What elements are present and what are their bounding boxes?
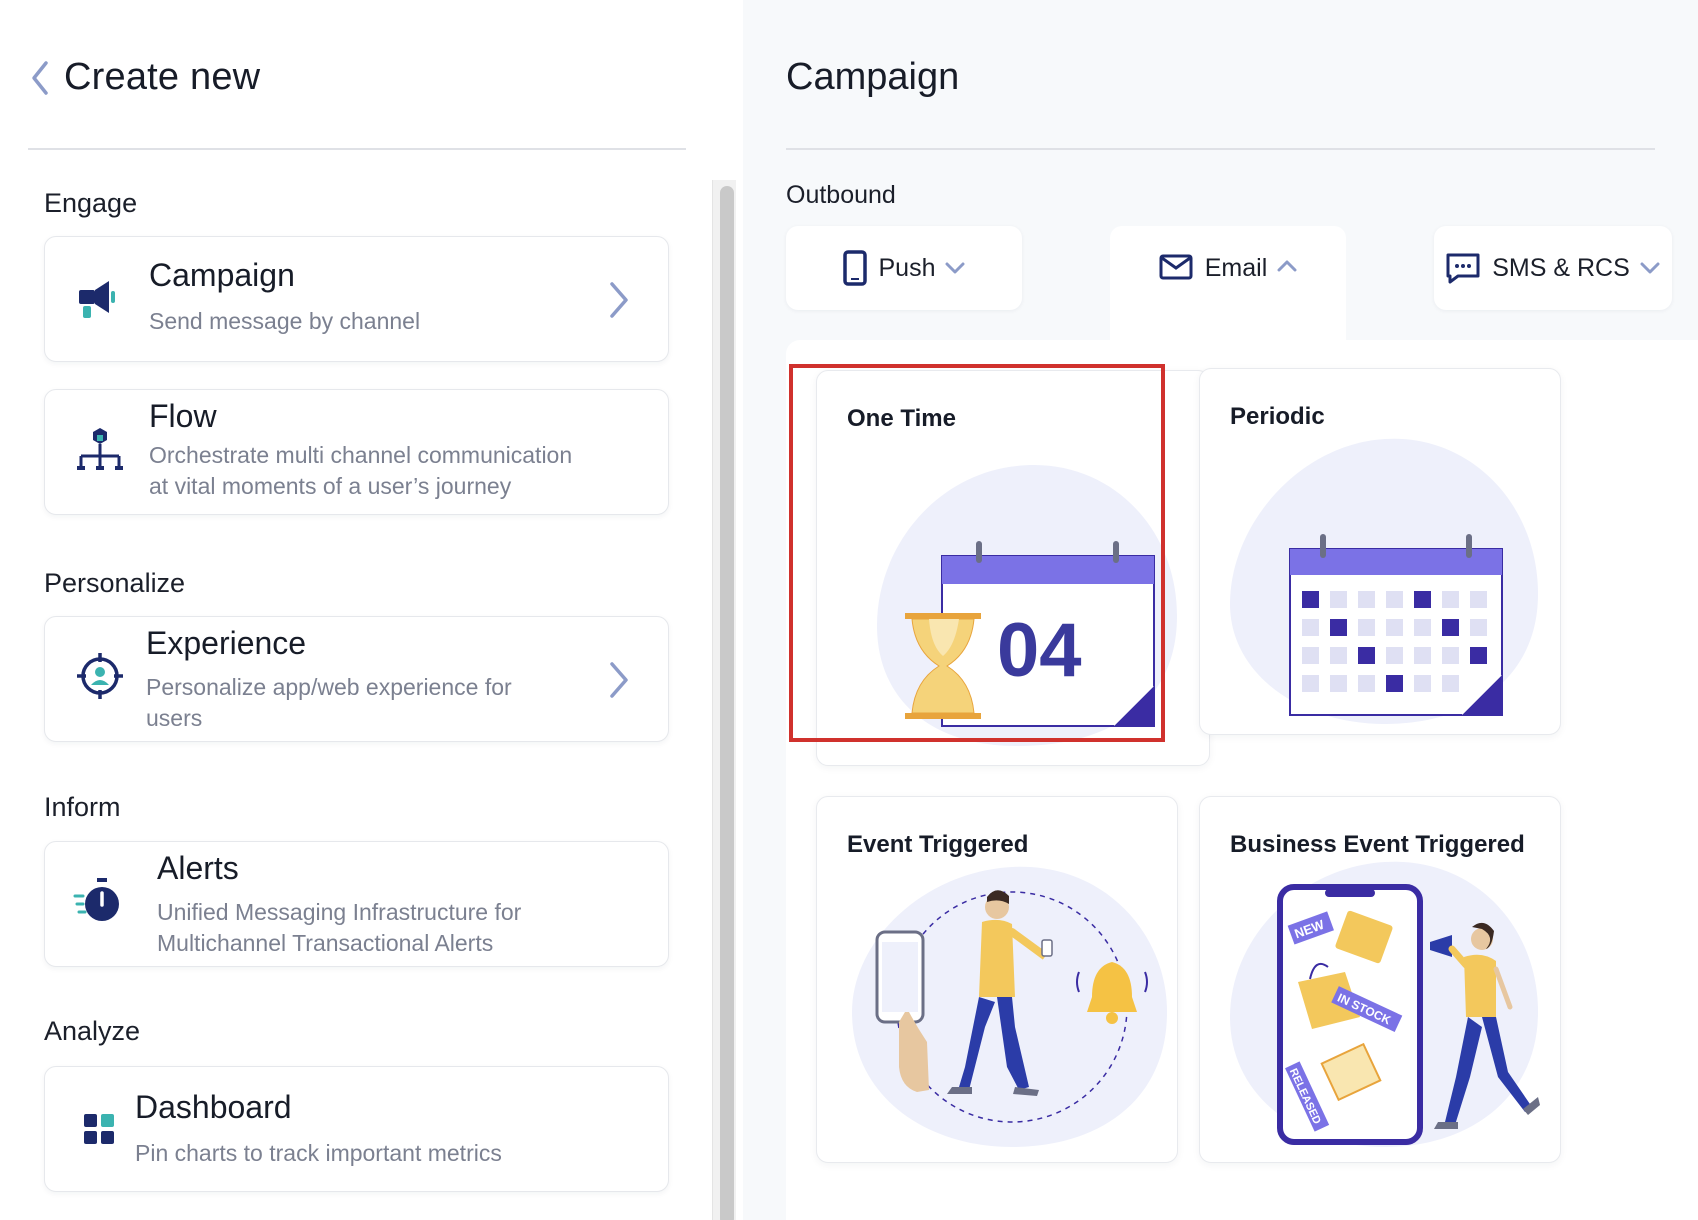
- calendar-hourglass-illustration: 04: [877, 465, 1177, 746]
- target-user-icon: [71, 647, 129, 705]
- card-title: Flow: [149, 398, 217, 434]
- tab-label: Push: [878, 253, 936, 282]
- chevron-right-icon: [610, 662, 628, 698]
- back-button[interactable]: [30, 58, 60, 98]
- chevron-up-icon: [1277, 260, 1297, 272]
- tile-title: Event Triggered: [847, 831, 1029, 858]
- campaign-card[interactable]: Campaign Send message by channel: [44, 236, 669, 362]
- dashboard-card[interactable]: Dashboard Pin charts to track important …: [44, 1066, 669, 1192]
- tile-title: Periodic: [1230, 403, 1325, 430]
- tile-title: One Time: [847, 405, 956, 432]
- card-description-line-2: Multichannel Transactional Alerts: [157, 930, 494, 956]
- card-title: Campaign: [149, 257, 295, 293]
- campaign-panel: Campaign Outbound Push Email SMS & RCS O…: [743, 0, 1698, 1220]
- card-title: Dashboard: [135, 1089, 292, 1125]
- mobile-phone-icon: [842, 250, 867, 286]
- panel-title: Campaign: [786, 56, 960, 98]
- card-description-line-1: Personalize app/web experience for: [146, 674, 512, 700]
- card-title: Experience: [146, 625, 307, 661]
- megaphone-icon: [71, 271, 129, 329]
- experience-card[interactable]: Experience Personalize app/web experienc…: [44, 616, 669, 742]
- section-label-engage: Engage: [44, 188, 138, 218]
- dashboard-grid-icon: [71, 1101, 129, 1159]
- tab-label: SMS & RCS: [1492, 253, 1630, 282]
- section-label-analyze: Analyze: [44, 1016, 141, 1046]
- tab-email[interactable]: Email: [1110, 226, 1346, 342]
- tab-push[interactable]: Push: [786, 226, 1022, 310]
- business-event-illustration: NEW IN STOCK RELEASED: [1230, 861, 1540, 1147]
- campaign-types-panel: One Time 04 Periodic Event Triggered Bus…: [786, 340, 1698, 1220]
- create-new-header: Create new: [30, 56, 260, 99]
- envelope-icon: [1159, 254, 1193, 280]
- chevron-left-icon: [32, 60, 48, 95]
- event-triggered-illustration: [852, 866, 1167, 1147]
- event-triggered-tile[interactable]: Event Triggered: [816, 796, 1178, 1163]
- flow-hierarchy-icon: [71, 420, 129, 478]
- card-description-line-1: Unified Messaging Infrastructure for: [157, 899, 522, 925]
- periodic-calendar-illustration: [1230, 438, 1538, 724]
- section-label-inform: Inform: [44, 792, 121, 822]
- flow-card[interactable]: Flow Orchestrate multi channel communica…: [44, 389, 669, 515]
- scrollbar-thumb[interactable]: [720, 186, 734, 1220]
- tab-label: Email: [1204, 254, 1268, 282]
- card-title: Alerts: [157, 850, 239, 886]
- chevron-right-icon: [610, 282, 628, 318]
- chat-bubble-icon: [1446, 253, 1480, 284]
- calendar-number: 04: [997, 608, 1082, 693]
- one-time-tile[interactable]: One Time 04: [816, 370, 1210, 766]
- tab-sms-rcs[interactable]: SMS & RCS: [1434, 226, 1672, 310]
- card-description-line-2: at vital moments of a user’s journey: [149, 473, 512, 499]
- card-description: Send message by channel: [149, 308, 421, 334]
- card-description-line-1: Orchestrate multi channel communication: [149, 442, 573, 468]
- section-label-personalize: Personalize: [44, 568, 186, 598]
- business-event-triggered-tile[interactable]: Business Event Triggered NEW IN STOCK RE…: [1199, 796, 1561, 1163]
- page-title: Create new: [64, 56, 261, 98]
- card-description-line-2: users: [146, 705, 203, 731]
- card-description: Pin charts to track important metrics: [135, 1140, 502, 1166]
- panel-divider: [786, 148, 1655, 150]
- alerts-card[interactable]: Alerts Unified Messaging Infrastructure …: [44, 841, 669, 967]
- header-divider: [28, 148, 686, 150]
- chevron-down-icon: [1640, 262, 1660, 274]
- chevron-down-icon: [945, 262, 965, 274]
- periodic-tile[interactable]: Periodic: [1199, 368, 1561, 735]
- outbound-label: Outbound: [786, 181, 896, 209]
- create-new-panel: Create new Engage Campaign Send message …: [0, 0, 736, 1220]
- tile-title: Business Event Triggered: [1230, 831, 1525, 858]
- stopwatch-icon: [71, 874, 129, 932]
